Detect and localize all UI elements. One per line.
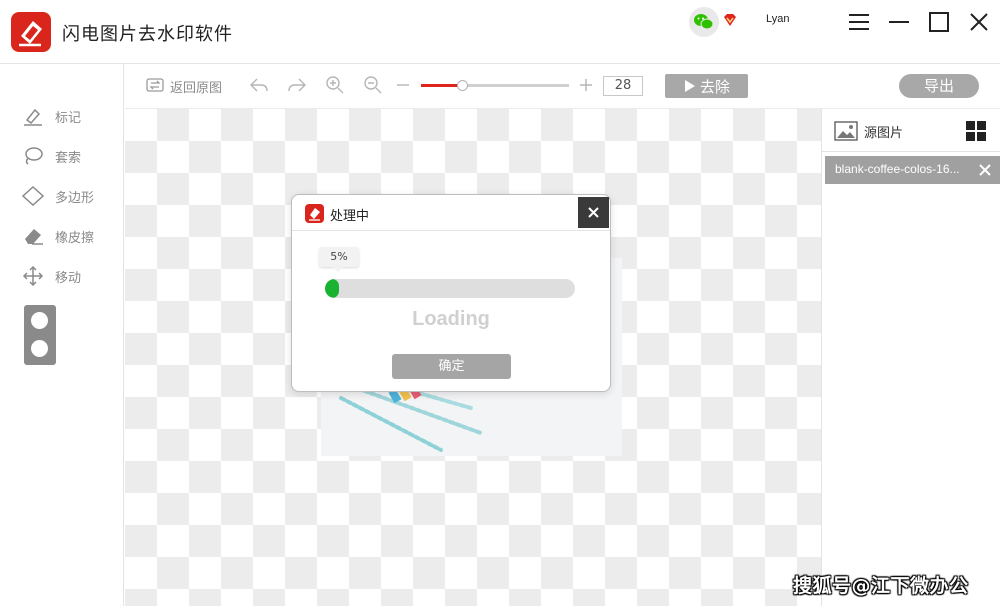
wechat-icon[interactable] [689,7,719,37]
app-logo-icon [11,12,51,52]
tool-marker[interactable]: 标记 [22,104,122,128]
slider-knob-up[interactable] [31,312,48,329]
progress-bar [325,279,575,298]
ok-button[interactable]: 确定 [392,354,511,379]
tool-label: 移动 [55,271,82,286]
restore-original-button[interactable]: 返回原图 [170,77,222,96]
maximize-icon[interactable] [925,8,953,36]
marker-icon [24,108,42,126]
close-icon[interactable] [965,8,993,36]
zoom-in-icon[interactable] [325,75,345,99]
username[interactable]: Lyan [766,13,789,25]
tool-polygon[interactable]: 多边形 [22,184,122,208]
brush-size-slider[interactable] [24,305,56,365]
image-icon [834,121,858,141]
vip-badge-icon[interactable] [722,12,738,28]
remove-file-icon[interactable] [978,163,992,177]
dialog-header: 处理中 [292,195,610,231]
tool-move[interactable]: 移动 [22,264,122,288]
close-icon [588,207,599,218]
move-icon [22,266,44,286]
file-name: blank-coffee-colos-16... [835,162,960,176]
tool-label: 多边形 [55,191,95,206]
zoom-plus-icon[interactable] [578,75,594,99]
tool-lasso[interactable]: 套索 [22,144,122,168]
app-title: 闪电图片去水印软件 [62,24,233,45]
polygon-icon [22,186,44,206]
play-icon [685,80,695,92]
tool-eraser[interactable]: 橡皮擦 [22,224,122,248]
app-logo-icon [305,204,324,223]
progress-percent-tooltip: 5% [319,247,359,272]
zoom-out-icon[interactable] [363,75,383,99]
watermark-text: 搜狐号@江下微办公 [793,575,969,597]
grid-view-icon[interactable] [966,121,986,141]
zoom-slider[interactable] [421,80,569,91]
remove-button[interactable]: 去除 [665,74,748,98]
title-bar: 闪电图片去水印软件 Lyan [0,0,1000,64]
processing-dialog: 处理中 5% Loading 确定 [291,194,611,392]
tool-panel: 标记 套索 多边形 橡皮擦 移动 [0,64,124,606]
zoom-value-field[interactable]: 28 [603,76,643,96]
tool-label: 标记 [55,111,82,126]
minimize-icon[interactable] [885,8,913,36]
tool-label: 橡皮擦 [55,231,95,246]
dialog-title: 处理中 [330,209,370,224]
redo-icon[interactable] [287,75,307,99]
slider-knob-down[interactable] [31,340,48,357]
panel-header: 源图片 [822,109,1000,152]
export-button[interactable]: 导出 [899,74,979,98]
restore-original-icon[interactable] [146,75,164,99]
undo-icon[interactable] [249,75,269,99]
toolbar: 返回原图 28 去除 导出 [125,64,1000,109]
eraser-icon [25,229,43,245]
lasso-icon [25,147,43,165]
file-list-item[interactable]: blank-coffee-colos-16... [825,156,1000,184]
zoom-slider-fill [421,84,462,87]
remove-button-label: 去除 [700,78,731,96]
zoom-minus-icon[interactable] [395,75,411,99]
tool-label: 套索 [55,151,82,166]
menu-icon[interactable] [845,8,873,36]
loading-text: Loading [412,308,490,330]
zoom-slider-handle[interactable] [457,80,468,91]
panel-title: 源图片 [864,126,904,141]
source-images-panel: 源图片 blank-coffee-colos-16... [821,109,1000,606]
dialog-close-button[interactable] [578,197,609,228]
progress-bar-fill [325,279,339,298]
